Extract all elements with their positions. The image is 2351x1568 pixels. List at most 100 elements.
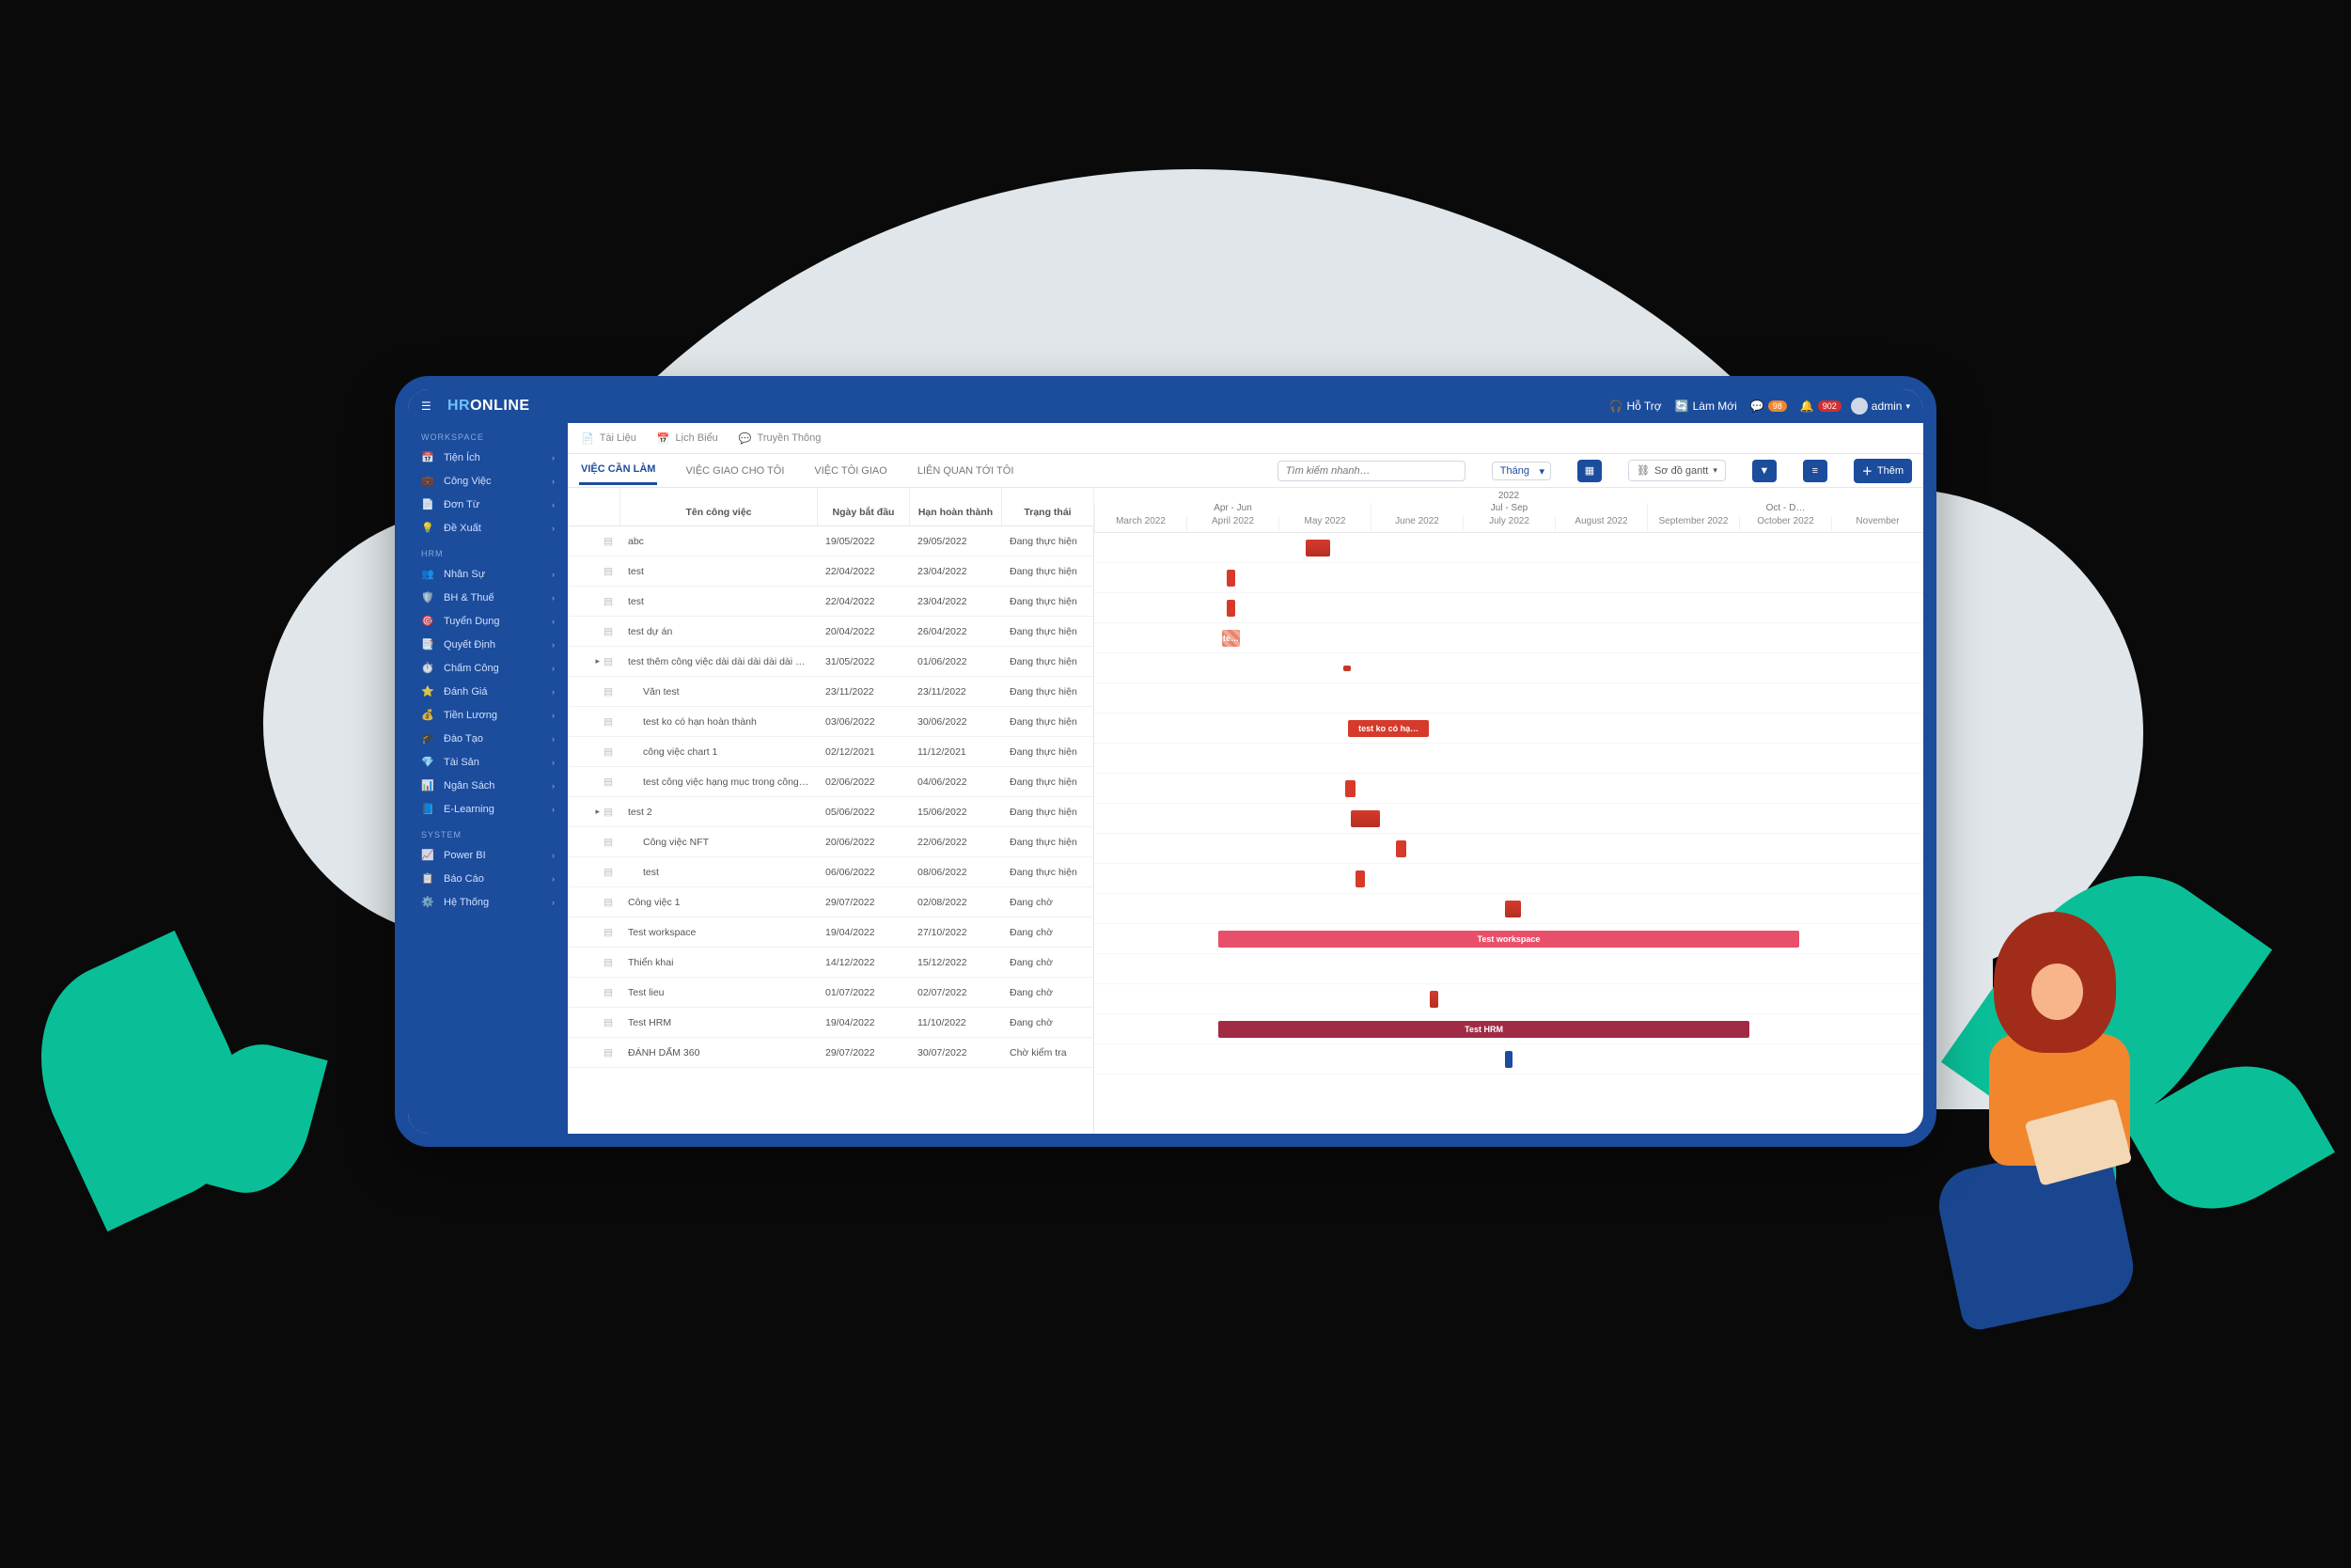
- sidebar-item[interactable]: 📊Ngân Sách›: [408, 774, 568, 797]
- col-status[interactable]: Trạng thái: [1002, 488, 1094, 525]
- document-icon: ▤: [603, 566, 613, 577]
- sidebar-item[interactable]: 💼Công Việc›: [408, 469, 568, 493]
- tab[interactable]: VIỆC TÔI GIAO: [812, 458, 888, 484]
- avatar[interactable]: [1851, 398, 1868, 415]
- gantt-row: [1094, 744, 1923, 774]
- task-end: 01/06/2022: [910, 656, 1002, 667]
- sidebar-item[interactable]: 💡Đề Xuất›: [408, 516, 568, 540]
- sidebar-item[interactable]: 📈Power BI›: [408, 843, 568, 867]
- gantt-bar[interactable]: [1356, 870, 1366, 887]
- refresh-link[interactable]: 🔄 Làm Mới: [1675, 400, 1737, 413]
- tab[interactable]: VIỆC CẦN LÀM: [579, 456, 657, 485]
- period-select[interactable]: Tháng: [1492, 462, 1551, 480]
- gantt-bar[interactable]: Test workspace: [1218, 931, 1798, 948]
- table-row[interactable]: ▤ Công việc 1 29/07/2022 02/08/2022 Đang…: [568, 887, 1093, 917]
- gantt-bar[interactable]: [1306, 540, 1330, 557]
- gantt-bar[interactable]: te…: [1222, 630, 1240, 647]
- col-start[interactable]: Ngày bắt đầu: [818, 488, 910, 525]
- table-row[interactable]: ▤ Test lieu 01/07/2022 02/07/2022 Đang c…: [568, 978, 1093, 1008]
- table-row[interactable]: ▤ test công việc hạng mục trong công việ…: [568, 767, 1093, 797]
- sidebar-item[interactable]: 📅Tiện Ích›: [408, 446, 568, 469]
- list-settings-icon[interactable]: ≡: [1803, 460, 1827, 482]
- table-row[interactable]: ▤ Test HRM 19/04/2022 11/10/2022 Đang ch…: [568, 1008, 1093, 1038]
- tab[interactable]: LIÊN QUAN TỚI TÔI: [916, 458, 1016, 484]
- sidebar-item[interactable]: 📘E-Learning›: [408, 797, 568, 821]
- gantt-chart[interactable]: 2022 Apr - JunJul - SepOct - D… March 20…: [1094, 488, 1923, 1134]
- sidebar-item[interactable]: ⭐Đánh Giá›: [408, 680, 568, 703]
- table-header: Tên công việc Ngày bắt đầu Hạn hoàn thàn…: [568, 488, 1093, 526]
- user-name[interactable]: admin: [1872, 400, 1903, 413]
- gantt-bar[interactable]: Test HRM: [1218, 1021, 1748, 1038]
- support-link[interactable]: 🎧 Hỗ Trợ: [1608, 400, 1661, 413]
- sidebar-item[interactable]: 🛡️BH & Thuế›: [408, 586, 568, 609]
- gantt-bar[interactable]: [1343, 666, 1351, 671]
- sidebar-item[interactable]: 💰Tiền Lương›: [408, 703, 568, 727]
- gantt-row: [1094, 533, 1923, 563]
- sidebar-item[interactable]: 🎯Tuyển Dụng›: [408, 609, 568, 633]
- gantt-dropdown[interactable]: ⛓Sơ đồ gantt▾: [1628, 460, 1726, 481]
- table-row[interactable]: ▤ test ko có hạn hoàn thành 03/06/2022 3…: [568, 707, 1093, 737]
- sidebar-item[interactable]: 🎓Đào Tạo›: [408, 727, 568, 750]
- sidebar-item-icon: 🎯: [421, 615, 434, 627]
- gantt-bar[interactable]: [1430, 991, 1438, 1008]
- sidebar-item[interactable]: ⏱️Chấm Công›: [408, 656, 568, 680]
- table-row[interactable]: ▤ abc 19/05/2022 29/05/2022 Đang thực hi…: [568, 526, 1093, 557]
- document-icon: ▤: [603, 686, 613, 698]
- subnav-item[interactable]: 📅Lịch Biểu: [657, 432, 718, 445]
- table-row[interactable]: ▸▤ test 2 05/06/2022 15/06/2022 Đang thự…: [568, 797, 1093, 827]
- gantt-bar[interactable]: [1227, 570, 1235, 587]
- chevron-right-icon: ›: [552, 805, 555, 814]
- task-status: Đang thực hiện: [1002, 716, 1094, 728]
- table-row[interactable]: ▤ test dự án 20/04/2022 26/04/2022 Đang …: [568, 617, 1093, 647]
- table-row[interactable]: ▤ Văn test 23/11/2022 23/11/2022 Đang th…: [568, 677, 1093, 707]
- col-end[interactable]: Hạn hoàn thành: [910, 488, 1002, 525]
- sidebar-item[interactable]: 📑Quyết Định›: [408, 633, 568, 656]
- table-row[interactable]: ▤ Thiển khai 14/12/2022 15/12/2022 Đang …: [568, 948, 1093, 978]
- sidebar-item[interactable]: 📄Đơn Từ›: [408, 493, 568, 516]
- table-row[interactable]: ▸▤ test thêm công việc dài dài dài dài d…: [568, 647, 1093, 677]
- sidebar-item[interactable]: ⚙️Hệ Thống›: [408, 890, 568, 914]
- tab[interactable]: VIỆC GIAO CHO TÔI: [683, 458, 786, 484]
- task-end: 15/12/2022: [910, 957, 1002, 968]
- add-button[interactable]: ＋Thêm: [1854, 459, 1912, 483]
- timeline-month: May 2022: [1278, 516, 1371, 531]
- table-row[interactable]: ▤ Test workspace 19/04/2022 27/10/2022 Đ…: [568, 917, 1093, 948]
- gantt-bar[interactable]: [1227, 600, 1235, 617]
- gantt-bar[interactable]: [1345, 780, 1356, 797]
- notification-chat-icon[interactable]: 💬98: [1750, 400, 1787, 413]
- hamburger-icon[interactable]: ☰: [421, 400, 436, 413]
- gantt-row: [1094, 653, 1923, 683]
- col-name[interactable]: Tên công việc: [620, 488, 818, 525]
- task-status: Đang thực hiện: [1002, 566, 1094, 577]
- filter-icon[interactable]: ▼: [1752, 460, 1777, 482]
- expand-icon[interactable]: ▸: [596, 656, 601, 666]
- sidebar-item-icon: 📊: [421, 779, 434, 792]
- gantt-row: [1094, 954, 1923, 984]
- task-status: Đang thực hiện: [1002, 837, 1094, 848]
- task-status: Đang thực hiện: [1002, 807, 1094, 818]
- gantt-bar[interactable]: [1396, 840, 1406, 857]
- search-input[interactable]: [1277, 461, 1465, 481]
- subnav-item[interactable]: 📄Tài Liệu: [581, 432, 636, 445]
- task-status: Đang thực hiện: [1002, 536, 1094, 547]
- table-row[interactable]: ▤ test 22/04/2022 23/04/2022 Đang thực h…: [568, 587, 1093, 617]
- expand-icon[interactable]: ▸: [596, 807, 601, 817]
- gantt-bar[interactable]: [1351, 810, 1380, 827]
- document-icon: ▤: [603, 596, 613, 607]
- table-row[interactable]: ▤ test 06/06/2022 08/06/2022 Đang thực h…: [568, 857, 1093, 887]
- sidebar-item[interactable]: 💎Tài Sản›: [408, 750, 568, 774]
- table-row[interactable]: ▤ Công việc NFT 20/06/2022 22/06/2022 Đa…: [568, 827, 1093, 857]
- task-name: Thiển khai: [620, 957, 818, 968]
- gantt-bar[interactable]: [1505, 1051, 1513, 1068]
- document-icon: ▤: [603, 1047, 613, 1058]
- gantt-bar[interactable]: [1505, 901, 1522, 917]
- grid-view-icon[interactable]: ▦: [1577, 460, 1602, 482]
- table-row[interactable]: ▤ ĐÁNH DẤM 360 29/07/2022 30/07/2022 Chờ…: [568, 1038, 1093, 1068]
- notification-bell-icon[interactable]: 🔔902: [1800, 400, 1842, 413]
- table-row[interactable]: ▤ test 22/04/2022 23/04/2022 Đang thực h…: [568, 557, 1093, 587]
- sidebar-item[interactable]: 👥Nhân Sự›: [408, 562, 568, 586]
- sidebar-item[interactable]: 📋Báo Cáo›: [408, 867, 568, 890]
- table-row[interactable]: ▤ công việc chart 1 02/12/2021 11/12/202…: [568, 737, 1093, 767]
- subnav-item[interactable]: 💬Truyền Thông: [739, 432, 822, 445]
- gantt-bar[interactable]: test ko có hạ…: [1348, 720, 1429, 737]
